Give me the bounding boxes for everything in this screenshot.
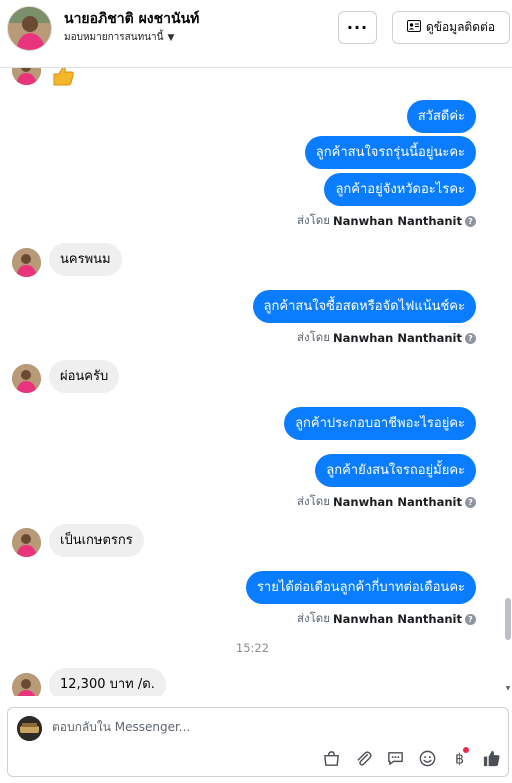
- assign-label: มอบหมายการสนทนานี้: [64, 32, 164, 43]
- messenger-conversation-panel: นายอภิชาติ ผงชานันท์ มอบหมายการสนทนานี้ …: [0, 0, 512, 783]
- outgoing-message[interactable]: ลูกค้าประกอบอาชีพอะไรอยู่คะ: [284, 407, 476, 440]
- outgoing-message[interactable]: สวัสดีค่ะ: [406, 100, 476, 133]
- outgoing-message[interactable]: รายได้ต่อเดือนลูกค้ากี่บาทต่อเดือนคะ: [245, 571, 476, 604]
- shop-icon[interactable]: [315, 746, 347, 770]
- svg-text:฿: ฿: [454, 751, 463, 767]
- contact-avatar-small[interactable]: [12, 248, 41, 277]
- info-icon[interactable]: ?: [465, 332, 476, 344]
- message-timestamp: 15:22: [235, 641, 270, 655]
- view-contact-info-button[interactable]: ดูข้อมูลติดต่อ: [392, 11, 510, 44]
- sender-name: Nanwhan Nanthanit: [333, 612, 462, 626]
- contact-avatar-small[interactable]: [12, 673, 41, 696]
- info-icon[interactable]: ?: [465, 215, 476, 227]
- composer-toolbar: ฿: [315, 746, 507, 770]
- contact-card-icon: [406, 20, 421, 35]
- contact-avatar-small[interactable]: [12, 364, 41, 393]
- sent-by-label: ส่งโดย Nanwhan Nanthanit ?: [297, 493, 476, 511]
- sent-by-prefix: ส่งโดย: [296, 213, 331, 227]
- reply-input[interactable]: [52, 720, 452, 734]
- outgoing-message[interactable]: ลูกค้ายังสนใจรถอยู่มั้ยคะ: [315, 454, 476, 487]
- reply-box[interactable]: ฿: [7, 707, 509, 777]
- thumbs-up-emoji-icon: [51, 68, 75, 86]
- info-icon[interactable]: ?: [465, 613, 476, 625]
- conversation-header: นายอภิชาติ ผงชานันท์ มอบหมายการสนทนานี้ …: [0, 0, 512, 68]
- sent-by-label: ส่งโดย Nanwhan Nanthanit ?: [297, 610, 476, 628]
- outgoing-message[interactable]: ลูกค้าอยู่จังหวัดอะไรคะ: [324, 173, 476, 206]
- contact-avatar[interactable]: [7, 6, 52, 51]
- info-icon[interactable]: ?: [465, 496, 476, 508]
- contact-avatar-small[interactable]: [12, 528, 41, 557]
- incoming-message[interactable]: เป็นเกษตรกร: [49, 524, 144, 557]
- sender-name: Nanwhan Nanthanit: [333, 214, 462, 228]
- notification-dot: [463, 747, 469, 753]
- payment-icon[interactable]: ฿: [443, 746, 475, 770]
- sent-by-label: ส่งโดย Nanwhan Nanthanit ?: [297, 329, 476, 347]
- scroll-down-arrow-icon[interactable]: ▼: [505, 685, 511, 692]
- incoming-message[interactable]: 12,300 บาท /ด.: [49, 668, 166, 696]
- page-avatar: [17, 716, 42, 741]
- scrollbar-thumb[interactable]: [505, 598, 511, 640]
- incoming-message[interactable]: ผ่อนครับ: [49, 360, 120, 393]
- emoji-icon[interactable]: [411, 746, 443, 770]
- more-options-button[interactable]: ···: [338, 11, 377, 44]
- outgoing-message[interactable]: ลูกค้าสนใจซื้อสดหรือจัดไฟแน้นช์คะ: [252, 290, 476, 323]
- incoming-message[interactable]: นครพนม: [49, 243, 122, 276]
- reply-composer: ฿: [0, 696, 512, 783]
- more-icon: ···: [346, 18, 369, 37]
- sent-by-prefix: ส่งโดย: [296, 611, 331, 625]
- scrollbar[interactable]: ▼: [505, 68, 512, 696]
- sender-name: Nanwhan Nanthanit: [333, 331, 462, 345]
- contact-avatar-small[interactable]: [12, 68, 41, 85]
- view-contact-info-label: ดูข้อมูลติดต่อ: [425, 20, 496, 34]
- attachment-icon[interactable]: [347, 746, 379, 770]
- chevron-down-icon: ▼: [167, 32, 175, 43]
- contact-name[interactable]: นายอภิชาติ ผงชานันท์: [64, 8, 199, 30]
- outgoing-message[interactable]: ลูกค้าสนใจรถรุ่นนี้อยู่นะคะ: [304, 136, 476, 169]
- saved-replies-icon[interactable]: [379, 746, 411, 770]
- like-icon[interactable]: [475, 746, 507, 770]
- sender-name: Nanwhan Nanthanit: [333, 495, 462, 509]
- sent-by-prefix: ส่งโดย: [296, 494, 331, 508]
- sent-by-label: ส่งโดย Nanwhan Nanthanit ?: [297, 212, 476, 230]
- message-thread[interactable]: สวัสดีค่ะ ลูกค้าสนใจรถรุ่นนี้อยู่นะคะ ลู…: [0, 68, 512, 696]
- sent-by-prefix: ส่งโดย: [296, 330, 331, 344]
- assign-conversation-dropdown[interactable]: มอบหมายการสนทนานี้ ▼: [64, 30, 174, 45]
